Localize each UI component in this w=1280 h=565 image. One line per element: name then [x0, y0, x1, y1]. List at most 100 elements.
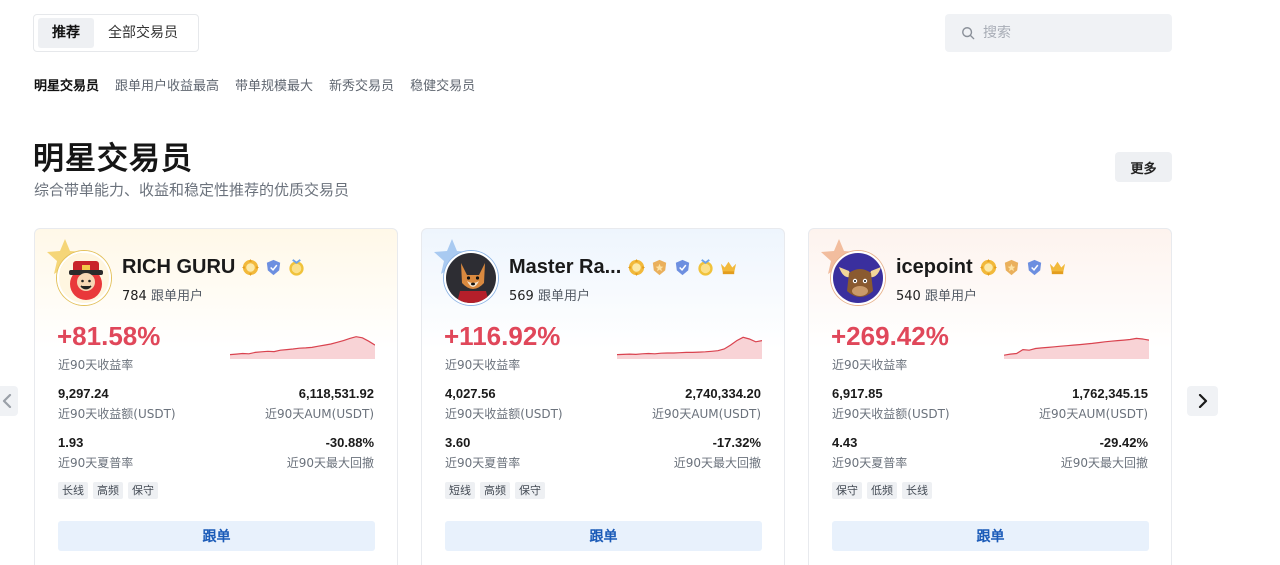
star-medal-icon: [653, 259, 667, 275]
roi-label: 近90天收益率: [445, 358, 521, 372]
follower-label: 跟单用户: [150, 289, 203, 304]
sparkline-area: [1004, 338, 1149, 359]
follow-button[interactable]: 跟单: [445, 521, 762, 551]
max-drawdown-label: 近90天最大回撤: [1060, 456, 1148, 470]
category-largest-aum[interactable]: 带单规模最大: [235, 75, 313, 94]
pnl-sparkline: [1004, 337, 1149, 359]
pnl-value: 6,917.85: [832, 386, 883, 401]
tab-all-traders[interactable]: 全部交易员: [94, 18, 192, 48]
chevron-right-icon: [1198, 394, 1207, 408]
pnl-value: 9,297.24: [58, 386, 109, 401]
gear-medal-icon: [979, 258, 997, 276]
sharpe-label: 近90天夏普率: [445, 456, 521, 470]
follow-button[interactable]: 跟单: [832, 521, 1149, 551]
medal-list: [627, 258, 738, 277]
category-top-follower-profit[interactable]: 跟单用户收益最高: [115, 75, 219, 94]
bull-avatar-icon: [833, 253, 883, 303]
style-tag: 低频: [867, 482, 897, 499]
max-drawdown-value: -29.42%: [1099, 435, 1148, 450]
aum-label: 近90天AUM(USDT): [1039, 407, 1148, 421]
tag-list: 保守 低频 长线: [832, 482, 932, 499]
sharpe-label: 近90天夏普率: [832, 456, 908, 470]
style-tag: 高频: [93, 482, 123, 499]
trader-card[interactable]: RICH GURU 784 跟单用户 +81.58% 近90天收益率 9,297…: [34, 228, 398, 565]
style-tag: 保守: [832, 482, 862, 499]
top-tab-group: 推荐 全部交易员: [33, 14, 199, 52]
follower-count: 540 跟单用户: [896, 285, 977, 304]
gear-medal-icon: [242, 258, 260, 276]
style-tag: 保守: [515, 482, 545, 499]
aum-value: 1,762,345.15: [1072, 386, 1148, 401]
style-tag: 短线: [445, 482, 475, 499]
carousel-next-button[interactable]: [1187, 386, 1218, 416]
category-star-traders[interactable]: 明星交易员: [34, 75, 99, 94]
pnl-sparkline: [617, 336, 762, 359]
pnl-label: 近90天收益额(USDT): [445, 407, 563, 421]
category-stable-traders[interactable]: 稳健交易员: [410, 75, 475, 94]
follow-button[interactable]: 跟单: [58, 521, 375, 551]
max-drawdown-label: 近90天最大回撤: [286, 456, 374, 470]
god-of-wealth-avatar-icon: [59, 253, 109, 303]
sharpe-value: 3.60: [445, 435, 471, 450]
follower-number: 784: [122, 289, 147, 304]
follower-number: 540: [896, 289, 921, 304]
avatar[interactable]: [831, 251, 885, 305]
shield-medal-icon: [676, 259, 690, 275]
medal-list: [241, 258, 306, 277]
follower-label: 跟单用户: [537, 289, 590, 304]
follower-number: 569: [509, 289, 534, 304]
style-tag: 长线: [902, 482, 932, 499]
star-medal-icon: [1004, 259, 1018, 275]
crown-medal-icon: [1049, 261, 1065, 274]
coin-medal-icon: [698, 258, 713, 276]
roi-value: +269.42%: [831, 321, 949, 351]
follower-count: 569 跟单用户: [509, 285, 590, 304]
more-button[interactable]: 更多: [1115, 152, 1172, 182]
aum-value: 6,118,531.92: [298, 386, 374, 401]
roi-label: 近90天收益率: [832, 358, 908, 372]
carousel-prev-button[interactable]: [0, 386, 18, 416]
trader-name-row: icepoint: [896, 255, 1067, 279]
follower-count: 784 跟单用户: [122, 285, 203, 304]
tag-list: 短线 高频 保守: [445, 482, 545, 499]
aum-label: 近90天AUM(USDT): [652, 407, 761, 421]
coin-medal-icon: [289, 258, 304, 276]
chevron-left-icon: [2, 394, 12, 408]
wolf-avatar-icon: [446, 253, 496, 303]
search-box[interactable]: [945, 14, 1172, 52]
sharpe-value: 4.43: [832, 435, 858, 450]
pnl-value: 4,027.56: [445, 386, 496, 401]
trader-card[interactable]: Master Ra... 569 跟单用户 +116.92% 近90天收益率 4…: [421, 228, 785, 565]
section-title: 明星交易员: [33, 141, 193, 177]
search-input[interactable]: [983, 25, 1153, 41]
avatar[interactable]: [57, 251, 111, 305]
max-drawdown-value: -30.88%: [325, 435, 374, 450]
max-drawdown-label: 近90天最大回撤: [673, 456, 761, 470]
gear-medal-icon: [628, 258, 646, 276]
follower-label: 跟单用户: [924, 289, 977, 304]
style-tag: 高频: [480, 482, 510, 499]
roi-label: 近90天收益率: [58, 358, 134, 372]
sharpe-label: 近90天夏普率: [58, 456, 134, 470]
tab-recommended[interactable]: 推荐: [38, 18, 94, 48]
trader-name-row: Master Ra...: [509, 255, 738, 279]
search-icon: [962, 27, 975, 40]
max-drawdown-value: -17.32%: [712, 435, 761, 450]
category-new-traders[interactable]: 新秀交易员: [329, 75, 394, 94]
pnl-sparkline: [230, 336, 375, 359]
medal-list: [979, 258, 1067, 277]
aum-value: 2,740,334.20: [685, 386, 761, 401]
sharpe-value: 1.93: [58, 435, 84, 450]
roi-value: +116.92%: [444, 321, 561, 351]
trader-name[interactable]: RICH GURU: [122, 256, 235, 279]
pnl-label: 近90天收益额(USDT): [58, 407, 176, 421]
sparkline-area: [617, 337, 762, 359]
trader-card[interactable]: icepoint 540 跟单用户 +269.42% 近90天收益率 6,917…: [808, 228, 1172, 565]
avatar[interactable]: [444, 251, 498, 305]
tag-list: 长线 高频 保守: [58, 482, 158, 499]
trader-name[interactable]: Master Ra...: [509, 256, 621, 279]
section-subtitle: 综合带单能力、收益和稳定性推荐的优质交易员: [34, 181, 350, 199]
trader-name[interactable]: icepoint: [896, 256, 973, 279]
shield-medal-icon: [1027, 259, 1041, 275]
style-tag: 长线: [58, 482, 88, 499]
